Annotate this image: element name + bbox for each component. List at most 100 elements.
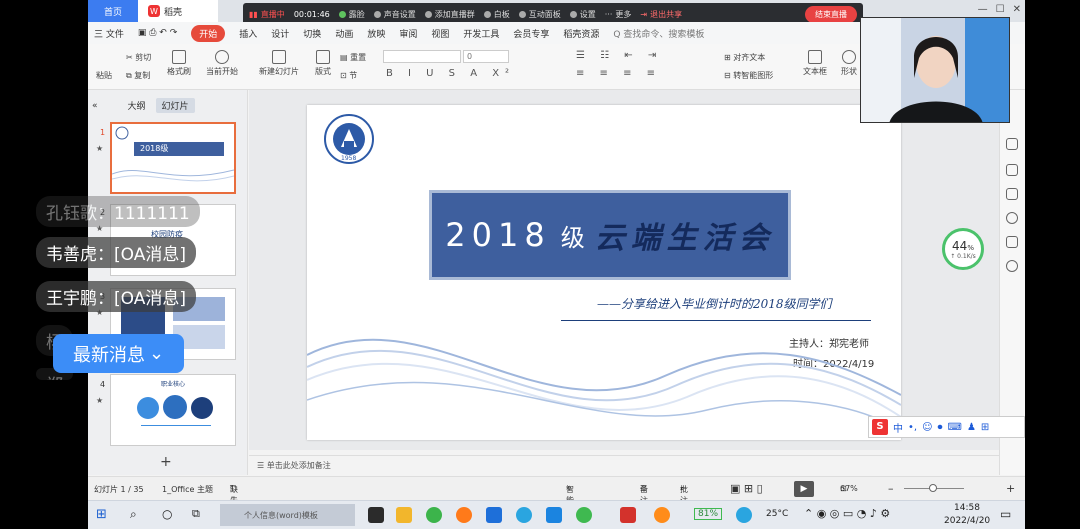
whiteboard-button[interactable]: 白板 <box>483 9 510 20</box>
location-icon[interactable] <box>1006 260 1018 272</box>
tab-member[interactable]: 会员专享 <box>513 27 549 40</box>
align-buttons[interactable]: ≡ ≡ ≡ ≡ <box>576 68 661 79</box>
tab-animation[interactable]: 动画 <box>335 27 353 40</box>
list-buttons[interactable]: ☰ ☷ ⇤ ⇥ <box>576 50 662 61</box>
view-mode-buttons[interactable]: ▣ ⊞ ▯ <box>730 482 763 495</box>
edge-icon[interactable] <box>516 507 532 523</box>
browser-icon[interactable] <box>456 507 472 523</box>
play-slideshow-button[interactable]: ▶ <box>794 481 814 497</box>
slide-host[interactable]: 主持人：郑宪老师 <box>789 335 869 350</box>
collapse-icon[interactable]: « <box>92 101 98 111</box>
beauty-button[interactable]: 露脸 <box>338 9 365 20</box>
maximize-icon[interactable]: ☐ <box>996 4 1005 15</box>
tab-design[interactable]: 设计 <box>271 27 289 40</box>
app-icon[interactable] <box>486 507 502 523</box>
weather-temperature[interactable]: 25°C <box>766 509 788 519</box>
slide-date[interactable]: 时间：2022/4/19 <box>793 355 874 370</box>
cortana-icon[interactable]: ○ <box>162 507 172 521</box>
tab-review[interactable]: 审阅 <box>399 27 417 40</box>
close-icon[interactable]: ✕ <box>1013 4 1021 15</box>
zoom-in-button[interactable]: + <box>1006 482 1015 495</box>
menu-file[interactable]: 三 文件 <box>94 27 124 40</box>
share-icon[interactable] <box>1006 236 1018 248</box>
zoom-out-button[interactable]: – <box>888 482 894 495</box>
battery-indicator[interactable]: 81% <box>694 508 723 520</box>
tab-docer[interactable]: W 稻壳 <box>138 0 218 22</box>
network-speed-gauge[interactable]: 44% ↑ 0.1K/s <box>942 228 984 270</box>
text-format-buttons[interactable]: B I U S A X² <box>386 68 515 79</box>
tab-home[interactable]: 首页 <box>88 0 138 22</box>
interact-panel-button[interactable]: 互动面板 <box>518 9 561 20</box>
app-icon[interactable] <box>546 507 562 523</box>
live-settings-button[interactable]: 设置 <box>569 9 596 20</box>
tab-transition[interactable]: 切换 <box>303 27 321 40</box>
paste-button[interactable]: 粘贴 <box>96 70 112 81</box>
search-icon[interactable]: ⌕ <box>130 507 137 522</box>
font-size-select[interactable]: 0 <box>463 50 509 63</box>
tab-insert[interactable]: 插入 <box>239 27 257 40</box>
chrome-icon[interactable] <box>426 507 442 523</box>
clock-time[interactable]: 14:58 <box>954 503 980 513</box>
tab-slides[interactable]: 幻灯片 <box>155 98 195 113</box>
tray-icons[interactable]: ⌃ ◉ ◎ ▭ ◔ ♪ ⚙ <box>804 507 890 520</box>
taskbar-active-window[interactable]: 个人信息(word)模板 <box>220 504 355 526</box>
minimize-icon[interactable]: — <box>978 4 988 15</box>
taskbar-app-icon[interactable] <box>368 507 384 523</box>
smart-art-button[interactable]: ⊟ 转智能图形 <box>724 70 773 81</box>
end-live-button[interactable]: 结束直播 <box>805 5 857 23</box>
audio-settings-button[interactable]: 声音设置 <box>373 9 416 20</box>
more-button[interactable]: ··· 更多 <box>605 9 632 20</box>
keyboard-icon[interactable]: ⌨ <box>948 422 962 433</box>
task-view-icon[interactable]: ⧉ <box>192 507 200 521</box>
tab-docer-resources[interactable]: 稻壳资源 <box>563 27 599 40</box>
notifications-icon[interactable]: ▭ <box>1000 507 1011 521</box>
tab-outline[interactable]: 大纲 <box>128 99 146 112</box>
add-live-group-button[interactable]: 添加直播群 <box>424 9 475 20</box>
voice-icon[interactable]: ⏺ <box>938 422 943 433</box>
textbox-button[interactable]: 文本框 <box>800 50 830 77</box>
current-slide[interactable]: 1958 2018 级 云端生活会 ——分享给进入毕业倒计时的2018级同学们 … <box>307 105 901 440</box>
slide-editor-canvas[interactable]: 1958 2018 级 云端生活会 ——分享给进入毕业倒计时的2018级同学们 … <box>249 90 999 450</box>
cut-button[interactable]: ✂ 剪切 <box>126 52 151 63</box>
windows-start-icon[interactable]: ⊞ <box>96 507 107 522</box>
folder-icon[interactable] <box>396 507 412 523</box>
tools-icon[interactable]: ⊞ <box>981 422 989 433</box>
transition-icon[interactable] <box>1006 188 1018 200</box>
slide-subtitle[interactable]: ——分享给进入毕业倒计时的2018级同学们 <box>597 295 832 312</box>
tab-slideshow[interactable]: 放映 <box>367 27 385 40</box>
ime-mode[interactable]: 中 <box>893 420 903 435</box>
shape-button[interactable]: 形状 <box>836 50 862 77</box>
align-text-button[interactable]: ⊞ 对齐文本 <box>724 52 765 63</box>
from-current-button[interactable]: 当前开始 <box>200 50 244 77</box>
zoom-slider-handle[interactable] <box>929 484 937 492</box>
copy-button[interactable]: ⧉ 复制 <box>126 70 150 81</box>
new-slide-button[interactable]: 新建幻灯片 <box>254 50 304 77</box>
exit-share-button[interactable]: ⇥ 退出共享 <box>640 9 682 20</box>
slide-title-box[interactable]: 2018 级 云端生活会 <box>429 190 791 280</box>
app-icon[interactable] <box>654 507 670 523</box>
format-painter-button[interactable]: 格式刷 <box>164 50 194 77</box>
add-slide-button[interactable]: + <box>160 454 172 470</box>
clock-date[interactable]: 2022/4/20 <box>944 516 990 526</box>
new-messages-button[interactable]: 最新消息 ⌄ <box>53 334 184 373</box>
properties-icon[interactable] <box>1006 138 1018 150</box>
wps-icon[interactable] <box>620 507 636 523</box>
tab-developer[interactable]: 开发工具 <box>463 27 499 40</box>
slide-thumb-4[interactable]: 职业核心 <box>110 374 236 446</box>
quick-access-icons[interactable]: ▣ ⎙ ↶ ↷ <box>138 28 177 38</box>
notes-pane[interactable]: ☰ 单击此处添加备注 <box>249 455 999 475</box>
reset-button[interactable]: ▤ 重置 <box>340 52 366 63</box>
punctuation-icon[interactable]: •, <box>908 422 917 433</box>
animation-icon[interactable] <box>1006 164 1018 176</box>
command-search[interactable]: Q 查找命令、搜索模板 <box>613 27 704 40</box>
ime-toolbar[interactable]: S 中 •, ☺ ⏺ ⌨ ♟ ⊞ <box>868 416 1025 438</box>
slide-thumb-1[interactable]: 2018级 <box>110 122 236 194</box>
app-icon[interactable] <box>736 507 752 523</box>
help-icon[interactable] <box>1006 212 1018 224</box>
skin-icon[interactable]: ♟ <box>967 422 976 433</box>
font-name-select[interactable] <box>383 50 461 63</box>
layout-button[interactable]: 版式 <box>310 50 336 77</box>
emoji-icon[interactable]: ☺ <box>922 422 932 433</box>
section-button[interactable]: ⊡ 节 <box>340 70 357 81</box>
tab-start[interactable]: 开始 <box>191 24 226 42</box>
